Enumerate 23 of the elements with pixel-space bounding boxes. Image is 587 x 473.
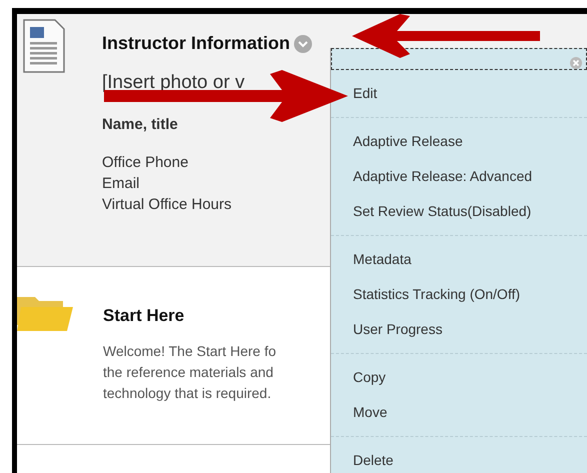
close-icon[interactable]	[570, 57, 582, 69]
item-text: Name, title	[102, 114, 179, 134]
item-text: technology that is required.	[103, 384, 272, 403]
item-text: Office Phone	[102, 153, 190, 173]
menu-item[interactable]: Set Review Status(Disabled)	[331, 194, 587, 229]
menu-item[interactable]: Adaptive Release: Advanced	[331, 159, 587, 194]
menu-item[interactable]: Copy	[331, 360, 587, 395]
item-text: Welcome! The Start Here fo	[103, 342, 276, 360]
item-title[interactable]: Start Here	[103, 303, 184, 328]
menu-item[interactable]: Delete	[331, 443, 587, 473]
item-text: Email	[102, 174, 141, 194]
menu-item[interactable]: Move	[331, 395, 587, 430]
menu-item[interactable]: Metadata	[331, 242, 587, 277]
item-text: the reference materials and	[103, 362, 274, 382]
menu-item[interactable]: Adaptive Release	[331, 124, 587, 159]
menu-item[interactable]: User Progress	[331, 312, 587, 347]
item-text: [Insert photo or v	[102, 71, 246, 95]
chevron-icon[interactable]	[294, 34, 312, 52]
menu-item[interactable]: Edit	[331, 76, 587, 111]
item-title[interactable]: Instructor Information	[102, 30, 290, 57]
document-icon	[21, 18, 67, 74]
menu-item[interactable]: Statistics Tracking (On/Off)	[331, 277, 587, 312]
item-text: Virtual Office Hours	[102, 195, 232, 215]
